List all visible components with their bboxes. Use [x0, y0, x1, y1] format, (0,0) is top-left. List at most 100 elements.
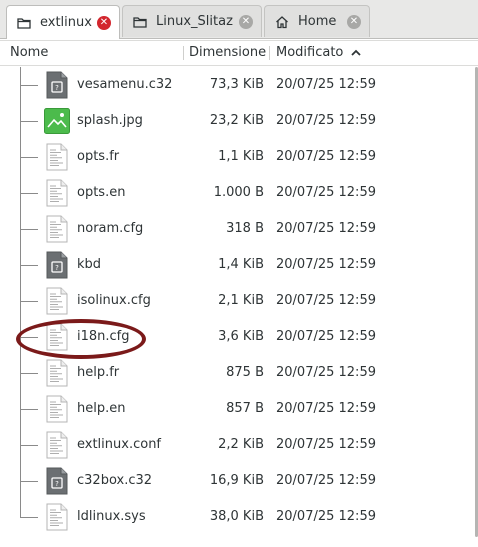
- tree-line: [20, 229, 38, 230]
- file-name: help.en: [77, 401, 126, 416]
- text-file-icon: [44, 323, 70, 351]
- column-divider[interactable]: [183, 46, 184, 60]
- tab-home[interactable]: Home ✕: [264, 5, 370, 37]
- column-size[interactable]: Dimensione: [189, 41, 266, 65]
- text-file-icon: [44, 395, 70, 423]
- file-modified: 20/07/25 12:59: [276, 77, 376, 92]
- binary-file-icon: ?: [44, 467, 70, 495]
- file-name: vesamenu.c32: [77, 77, 173, 92]
- file-modified: 20/07/25 12:59: [276, 401, 376, 416]
- tree-line: [20, 373, 38, 374]
- file-row[interactable]: opts.en 1.000 B 20/07/25 12:59: [0, 175, 478, 211]
- file-name: opts.en: [77, 185, 126, 200]
- file-modified: 20/07/25 12:59: [276, 329, 376, 344]
- text-file-icon: [44, 431, 70, 459]
- tab-bar: extlinux ✕ Linux_Slitaz ✕ Home ✕: [0, 0, 478, 39]
- file-size: 1,1 KiB: [218, 149, 264, 164]
- text-file-icon: [44, 143, 70, 171]
- tab-label: Linux_Slitaz: [156, 14, 233, 29]
- file-size: 875 B: [226, 365, 264, 380]
- tab-label: extlinux: [40, 15, 92, 30]
- file-row[interactable]: i18n.cfg 3,6 KiB 20/07/25 12:59: [0, 319, 478, 355]
- file-row[interactable]: ? vesamenu.c32 73,3 KiB 20/07/25 12:59: [0, 67, 478, 103]
- file-size: 2,2 KiB: [218, 437, 264, 452]
- file-size: 23,2 KiB: [209, 113, 264, 128]
- file-row[interactable]: ldlinux.sys 38,0 KiB 20/07/25 12:59: [0, 499, 478, 535]
- file-row[interactable]: splash.jpg 23,2 KiB 20/07/25 12:59: [0, 103, 478, 139]
- home-icon: [275, 15, 289, 29]
- file-size: 16,9 KiB: [209, 473, 264, 488]
- tree-line: [20, 265, 38, 266]
- column-modified[interactable]: Modificato: [276, 41, 343, 65]
- file-name: i18n.cfg: [77, 329, 130, 344]
- tree-line: [20, 157, 38, 158]
- file-row[interactable]: extlinux.conf 2,2 KiB 20/07/25 12:59: [0, 427, 478, 463]
- tab-linux-slitaz[interactable]: Linux_Slitaz ✕: [122, 5, 262, 37]
- file-name: help.fr: [77, 365, 120, 380]
- file-modified: 20/07/25 12:59: [276, 365, 376, 380]
- file-size: 3,6 KiB: [218, 329, 264, 344]
- file-modified: 20/07/25 12:59: [276, 149, 376, 164]
- column-header: Nome Dimensione Modificato: [0, 40, 478, 66]
- tree-line: [20, 481, 38, 482]
- tree-line: [20, 409, 38, 410]
- file-name: extlinux.conf: [77, 437, 162, 452]
- svg-text:?: ?: [55, 84, 59, 92]
- binary-file-icon: ?: [44, 71, 70, 99]
- file-modified: 20/07/25 12:59: [276, 509, 376, 524]
- file-name: noram.cfg: [77, 221, 144, 236]
- file-name: ldlinux.sys: [77, 509, 146, 524]
- tree-line: [20, 499, 21, 517]
- file-row[interactable]: ? c32box.c32 16,9 KiB 20/07/25 12:59: [0, 463, 478, 499]
- svg-text:?: ?: [55, 264, 59, 272]
- text-file-icon: [44, 179, 70, 207]
- file-modified: 20/07/25 12:59: [276, 221, 376, 236]
- file-row[interactable]: ? kbd 1,4 KiB 20/07/25 12:59: [0, 247, 478, 283]
- file-size: 73,3 KiB: [209, 77, 264, 92]
- tab-extlinux[interactable]: extlinux ✕: [6, 5, 120, 39]
- image-file-icon: [44, 107, 70, 135]
- close-icon[interactable]: ✕: [239, 14, 253, 29]
- tree-line: [20, 337, 38, 338]
- text-file-icon: [44, 359, 70, 387]
- folder-icon: [133, 15, 147, 29]
- file-row[interactable]: noram.cfg 318 B 20/07/25 12:59: [0, 211, 478, 247]
- file-name: kbd: [77, 257, 102, 272]
- svg-text:?: ?: [55, 480, 59, 488]
- chevron-up-icon[interactable]: [349, 46, 363, 60]
- file-name: c32box.c32: [77, 473, 153, 488]
- file-size: 38,0 KiB: [209, 509, 264, 524]
- file-modified: 20/07/25 12:59: [276, 185, 376, 200]
- file-name: isolinux.cfg: [77, 293, 151, 308]
- file-size: 318 B: [226, 221, 264, 236]
- file-modified: 20/07/25 12:59: [276, 437, 376, 452]
- file-name: opts.fr: [77, 149, 120, 164]
- close-icon[interactable]: ✕: [97, 15, 111, 30]
- binary-file-icon: ?: [44, 251, 70, 279]
- file-modified: 20/07/25 12:59: [276, 473, 376, 488]
- column-divider[interactable]: [269, 46, 270, 60]
- text-file-icon: [44, 287, 70, 315]
- column-name[interactable]: Nome: [10, 41, 48, 65]
- text-file-icon: [44, 503, 70, 531]
- tab-label: Home: [298, 14, 337, 29]
- file-modified: 20/07/25 12:59: [276, 257, 376, 272]
- tree-line: [20, 445, 38, 446]
- file-modified: 20/07/25 12:59: [276, 113, 376, 128]
- file-size: 857 B: [226, 401, 264, 416]
- close-icon[interactable]: ✕: [347, 14, 361, 29]
- file-row[interactable]: help.fr 875 B 20/07/25 12:59: [0, 355, 478, 391]
- text-file-icon: [44, 215, 70, 243]
- file-size: 1,4 KiB: [218, 257, 264, 272]
- file-size: 2,1 KiB: [218, 293, 264, 308]
- tree-line: [20, 517, 38, 518]
- file-row[interactable]: isolinux.cfg 2,1 KiB 20/07/25 12:59: [0, 283, 478, 319]
- file-row[interactable]: help.en 857 B 20/07/25 12:59: [0, 391, 478, 427]
- file-name: splash.jpg: [77, 113, 143, 128]
- file-size: 1.000 B: [213, 185, 264, 200]
- tree-line: [20, 85, 38, 86]
- tree-line: [20, 121, 38, 122]
- file-row[interactable]: opts.fr 1,1 KiB 20/07/25 12:59: [0, 139, 478, 175]
- folder-icon: [17, 16, 31, 30]
- tree-line: [20, 193, 38, 194]
